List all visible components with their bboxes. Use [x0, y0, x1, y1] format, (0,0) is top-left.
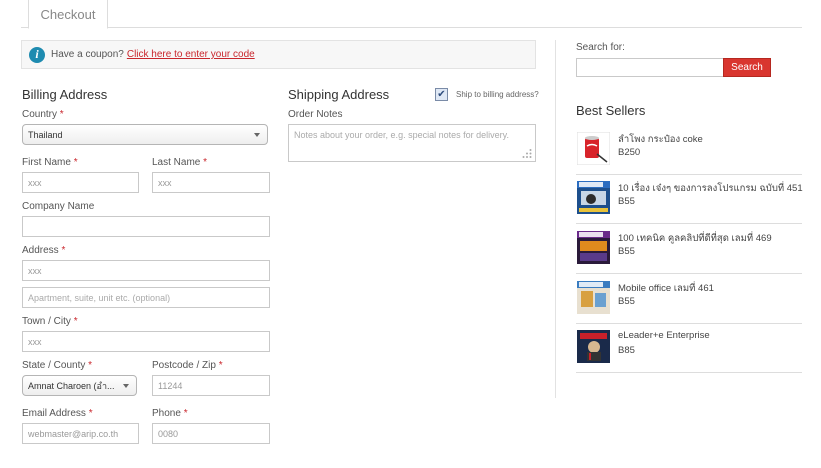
search-input[interactable]	[576, 58, 724, 77]
chevron-down-icon	[254, 133, 260, 137]
tab-bar: Checkout	[21, 0, 802, 29]
product-item[interactable]: 100 เทคนิค คูลคลิปที่ดีที่สุด เลมที่ 469…	[576, 224, 802, 274]
country-value: Thailand	[28, 129, 63, 140]
search-button[interactable]: Search	[723, 58, 771, 77]
phone-field[interactable]	[152, 423, 270, 444]
product-price: B55	[618, 196, 635, 207]
product-name[interactable]: Mobile office เลมที่ 461	[618, 281, 714, 296]
coupon-link[interactable]: Click here to enter your code	[127, 49, 255, 60]
sidebar-divider	[555, 40, 556, 398]
product-item[interactable]: 10 เรื่อง เจ๋งๆ ของการลงโปรแกรม ฉบับที่ …	[576, 174, 803, 224]
product-name[interactable]: 10 เรื่อง เจ๋งๆ ของการลงโปรแกรม ฉบับที่ …	[618, 181, 803, 196]
shipping-title: Shipping Address	[288, 87, 390, 102]
product-price: B55	[618, 246, 635, 257]
magazine-cover-thumbnail[interactable]	[577, 281, 610, 314]
company-field[interactable]	[22, 216, 270, 237]
state-value: Amnat Charoen (อำ...	[28, 380, 115, 391]
product-item[interactable]: eLeader+e Enterprise B85	[576, 323, 802, 373]
ship-to-billing-label: Ship to billing address?	[456, 90, 539, 99]
coupon-notice: i Have a coupon? Click here to enter you…	[21, 40, 536, 69]
state-select[interactable]: Amnat Charoen (อำ...	[22, 375, 137, 396]
order-notes-placeholder: Notes about your order, e.g. special not…	[294, 130, 509, 140]
postcode-label: Postcode / Zip *	[152, 360, 223, 371]
tab-checkout[interactable]: Checkout	[28, 0, 108, 29]
info-icon: i	[29, 46, 45, 63]
first-name-field[interactable]	[22, 172, 139, 193]
state-label: State / County *	[22, 360, 93, 371]
product-item[interactable]: Mobile office เลมที่ 461 B55	[576, 274, 802, 324]
product-price: B250	[618, 147, 641, 158]
first-name-label: First Name *	[22, 157, 78, 168]
country-label: Country *	[22, 109, 64, 120]
country-select[interactable]: Thailand	[22, 124, 268, 145]
product-name[interactable]: ลำโพง กระป๋อง coke	[618, 132, 703, 147]
billing-title: Billing Address	[22, 87, 108, 102]
city-label: Town / City *	[22, 316, 78, 327]
email-label: Email Address *	[22, 408, 93, 419]
product-name[interactable]: 100 เทคนิค คูลคลิปที่ดีที่สุด เลมที่ 469	[618, 231, 772, 246]
product-price: B85	[618, 345, 635, 356]
magazine-cover-thumbnail[interactable]	[577, 231, 610, 264]
ship-to-billing-checkbox[interactable]: ✔	[435, 88, 448, 101]
company-label: Company Name	[22, 201, 95, 212]
coke-can-speaker-thumbnail[interactable]	[577, 132, 610, 165]
coupon-text: Have a coupon?	[51, 49, 124, 60]
checkmark-icon: ✔	[437, 88, 446, 100]
order-notes-label: Order Notes	[288, 109, 343, 120]
address2-field[interactable]	[22, 287, 270, 308]
email-field[interactable]	[22, 423, 139, 444]
order-notes-field[interactable]: Notes about your order, e.g. special not…	[288, 124, 536, 162]
book-cover-thumbnail[interactable]	[577, 330, 610, 363]
best-sellers-title: Best Sellers	[576, 103, 646, 118]
last-name-field[interactable]	[152, 172, 270, 193]
phone-label: Phone *	[152, 408, 188, 419]
last-name-label: Last Name *	[152, 157, 208, 168]
product-name[interactable]: eLeader+e Enterprise	[618, 330, 710, 341]
resize-grip-icon[interactable]	[522, 148, 532, 158]
city-field[interactable]	[22, 331, 270, 352]
address-label: Address *	[22, 245, 66, 256]
magazine-cover-thumbnail[interactable]	[577, 181, 610, 214]
product-item[interactable]: ลำโพง กระป๋อง coke B250	[576, 125, 802, 175]
chevron-down-icon	[123, 384, 129, 388]
product-price: B55	[618, 296, 635, 307]
search-label: Search for:	[576, 42, 625, 53]
postcode-field[interactable]	[152, 375, 270, 396]
address-field[interactable]	[22, 260, 270, 281]
